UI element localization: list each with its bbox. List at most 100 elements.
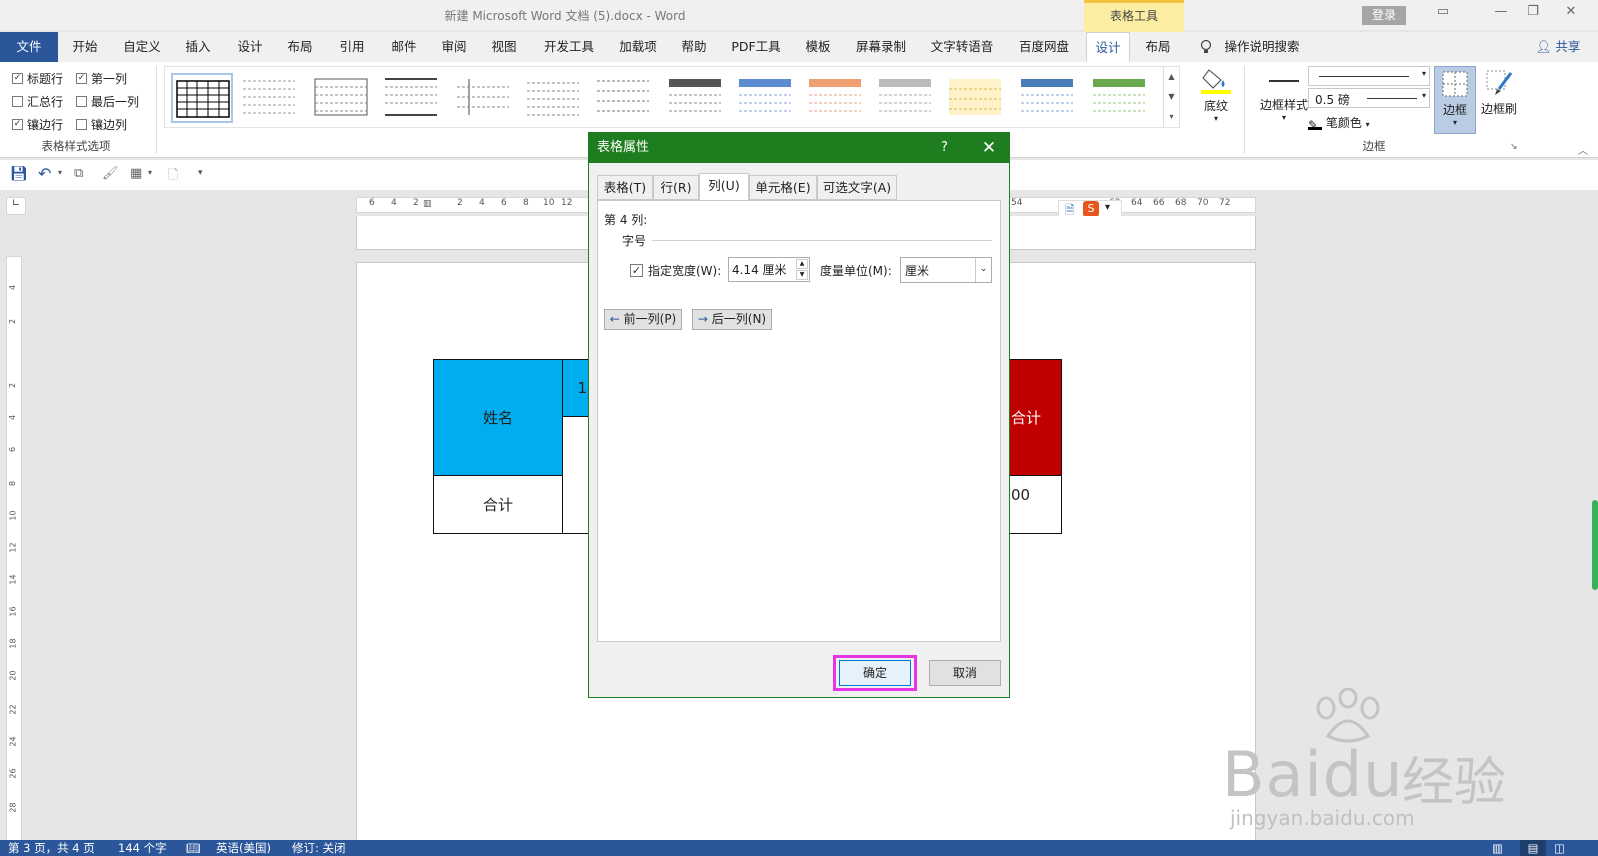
tab-table[interactable]: 表格(T) — [597, 175, 653, 200]
undo-icon[interactable]: ↶ — [38, 164, 51, 183]
next-column-button[interactable]: → 后一列(N) — [692, 309, 772, 330]
previous-column-button[interactable]: ← 前一列(P) — [604, 309, 682, 330]
tab-view[interactable]: 视图 — [484, 32, 524, 62]
pen-color-button[interactable]: ✎ 笔颜色 ▾ — [1308, 114, 1388, 132]
chevron-down-icon[interactable]: ▼ — [1164, 87, 1179, 107]
dialog-launcher-icon[interactable]: ↘ — [1510, 142, 1518, 152]
line-weight-dropdown[interactable]: 0.5 磅 ▾ — [1308, 88, 1430, 108]
checkbox-total-row[interactable]: 汇总行 — [12, 93, 63, 110]
page-count[interactable]: 第 3 页，共 4 页 — [8, 840, 95, 856]
shading-button[interactable]: 底纹 ▾ — [1196, 66, 1236, 136]
track-changes-status[interactable]: 修订: 关闭 — [292, 840, 346, 856]
tab-help[interactable]: 帮助 — [674, 32, 714, 62]
table-style-13[interactable] — [1019, 75, 1075, 119]
gallery-scroll[interactable]: ▲ ▼ ▾ — [1163, 67, 1179, 127]
border-painter-button[interactable]: 边框刷 — [1478, 66, 1520, 134]
save-icon[interactable]: 💾︎ — [10, 166, 28, 182]
chevron-down-icon[interactable]: ▾ — [58, 168, 62, 177]
proofing-icon[interactable]: 📖︎ — [186, 840, 201, 856]
tab-addins[interactable]: 加载项 — [612, 32, 664, 62]
chevron-down-icon[interactable]: ▾ — [1105, 202, 1110, 213]
new-document-icon[interactable]: 🗋︎ — [168, 166, 178, 188]
tab-design[interactable]: 设计 — [230, 32, 270, 62]
table-cell-total-header[interactable]: 合计 — [1006, 359, 1062, 476]
checkbox-banded-columns[interactable]: 镶边列 — [76, 116, 127, 133]
specify-width-checkbox[interactable]: ✓ 指定宽度(W): — [630, 262, 721, 279]
tab-pdf-tools[interactable]: PDF工具 — [726, 32, 786, 62]
tell-me-search[interactable]: 操作说明搜索 — [1222, 32, 1302, 62]
table-style-2[interactable] — [241, 75, 297, 119]
format-painter-icon[interactable]: 🖌︎ — [102, 166, 119, 181]
help-icon[interactable]: ? — [941, 133, 961, 163]
tab-developer[interactable]: 开发工具 — [538, 32, 600, 62]
language[interactable]: 英语(美国) — [216, 840, 271, 856]
tab-review[interactable]: 审阅 — [434, 32, 474, 62]
copy-format-icon[interactable]: ⧉ — [74, 166, 83, 181]
unit-select[interactable]: 厘米 ⌄ — [900, 257, 992, 283]
login-button[interactable]: 登录 — [1362, 6, 1406, 25]
close-icon[interactable]: ✕ — [1556, 4, 1586, 24]
checkbox-header-row[interactable]: ✓ 标题行 — [12, 70, 63, 87]
table-style-6[interactable] — [525, 75, 581, 119]
restore-icon[interactable]: ❐ — [1518, 4, 1548, 24]
chevron-down-icon[interactable]: ⌄ — [975, 258, 991, 282]
tab-alt-text[interactable]: 可选文字(A) — [817, 175, 897, 200]
table-icon[interactable]: ▦ — [130, 166, 142, 181]
read-mode-icon[interactable]: ▥ — [1492, 840, 1503, 856]
table-style-12[interactable] — [947, 75, 1003, 119]
customize-qat-icon[interactable]: ▾ — [198, 168, 203, 178]
checkbox-last-column[interactable]: 最后一列 — [76, 93, 139, 110]
tab-cell[interactable]: 单元格(E) — [749, 175, 817, 200]
minimize-icon[interactable]: — — [1486, 4, 1516, 24]
table-style-11[interactable] — [877, 75, 933, 119]
tab-column[interactable]: 列(U) — [699, 173, 749, 201]
tab-mailings[interactable]: 邮件 — [384, 32, 424, 62]
sogou-ime-icon[interactable]: S — [1083, 201, 1099, 217]
table-style-plain-grid[interactable] — [171, 73, 233, 123]
chevron-up-icon[interactable]: ▲ — [1164, 67, 1179, 87]
table-style-4[interactable] — [383, 75, 439, 119]
ribbon-display-icon[interactable]: ▭ — [1428, 4, 1458, 24]
table-cell-name-header[interactable]: 姓名 — [433, 359, 563, 476]
tab-row[interactable]: 行(R) — [653, 175, 699, 200]
tab-table-layout[interactable]: 布局 — [1136, 32, 1180, 62]
table-style-10[interactable] — [807, 75, 863, 119]
share-button[interactable]: 👤︎ 共享 — [1528, 32, 1588, 62]
print-layout-icon[interactable]: ▤ — [1520, 840, 1546, 856]
word-count[interactable]: 144 个字 — [118, 840, 167, 856]
borders-button[interactable]: 边框 ▾ — [1434, 66, 1476, 134]
tab-text-to-speech[interactable]: 文字转语音 — [924, 32, 1000, 62]
border-styles-button[interactable]: 边框样式 ▾ — [1254, 76, 1314, 122]
table-style-14[interactable] — [1091, 75, 1147, 119]
line-style-dropdown[interactable]: ▾ — [1308, 66, 1430, 86]
tab-table-design[interactable]: 设计 — [1086, 32, 1130, 63]
chevron-down-icon[interactable]: ▾ — [148, 168, 152, 177]
close-icon[interactable]: ✕ — [975, 133, 1003, 163]
checkbox-first-column[interactable]: ✓ 第一列 — [76, 70, 127, 87]
tab-customize[interactable]: 自定义 — [116, 32, 168, 62]
tab-layout[interactable]: 布局 — [280, 32, 320, 62]
table-style-5[interactable] — [455, 75, 511, 119]
tab-baidu-netdisk[interactable]: 百度网盘 — [1012, 32, 1076, 62]
scroll-indicator[interactable] — [1592, 500, 1598, 590]
tab-file[interactable]: 文件 — [0, 32, 58, 62]
ruler-marker-icon[interactable]: ▥ — [423, 199, 432, 209]
expand-gallery-icon[interactable]: ▾ — [1164, 107, 1179, 127]
tab-home[interactable]: 开始 — [62, 32, 108, 62]
tab-references[interactable]: 引用 — [332, 32, 372, 62]
spin-down-icon[interactable]: ▼ — [796, 270, 808, 280]
table-cell-total-value[interactable]: 00 — [1006, 475, 1062, 534]
ok-button[interactable]: 确定 — [839, 660, 911, 686]
tab-screen-record[interactable]: 屏幕录制 — [850, 32, 912, 62]
table-style-3[interactable] — [313, 75, 369, 119]
tab-templates[interactable]: 模板 — [798, 32, 838, 62]
width-input[interactable]: 4.14 厘米 ▲ ▼ — [728, 257, 810, 282]
web-layout-icon[interactable]: ◫ — [1554, 840, 1565, 856]
table-style-8[interactable] — [667, 75, 723, 119]
table-style-7[interactable] — [595, 75, 651, 119]
table-cell-total-label[interactable]: 合计 — [433, 475, 563, 534]
checkbox-banded-rows[interactable]: ✓ 镶边行 — [12, 116, 63, 133]
collapse-ribbon-icon[interactable]: ︿ — [1578, 142, 1588, 157]
cancel-button[interactable]: 取消 — [929, 660, 1001, 686]
tab-insert[interactable]: 插入 — [178, 32, 218, 62]
